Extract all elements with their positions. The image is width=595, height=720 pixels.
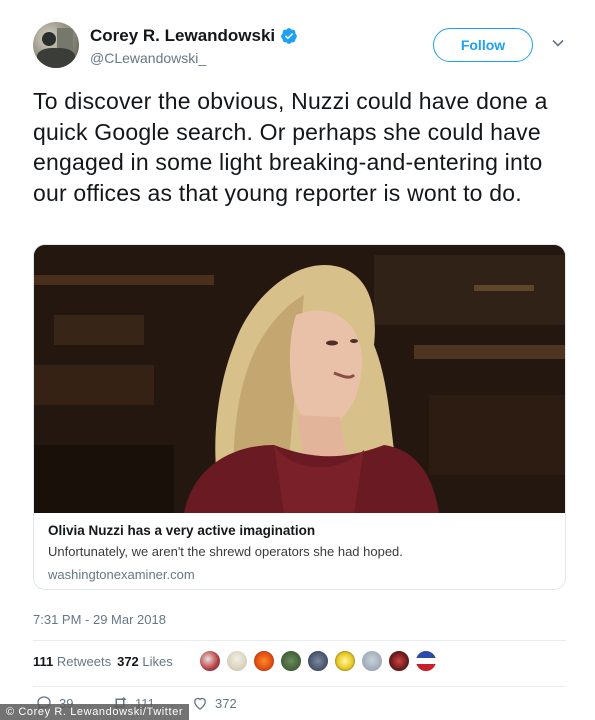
retweets-stat[interactable]: 111 Retweets: [33, 654, 111, 669]
author-name-row[interactable]: Corey R. Lewandowski: [90, 26, 298, 46]
likes-count: 372: [117, 654, 139, 669]
author-avatar[interactable]: [33, 22, 79, 68]
likes-stat[interactable]: 372 Likes: [117, 654, 173, 669]
liker-avatar[interactable]: [388, 650, 410, 672]
follow-button[interactable]: Follow: [433, 28, 533, 62]
card-title[interactable]: Olivia Nuzzi has a very active imaginati…: [48, 523, 315, 538]
card-image[interactable]: [34, 245, 565, 513]
liker-avatar[interactable]: [307, 650, 329, 672]
liker-avatar[interactable]: [280, 650, 302, 672]
author-display-name[interactable]: Corey R. Lewandowski: [90, 26, 275, 46]
chevron-down-icon[interactable]: [551, 36, 565, 50]
like-button[interactable]: 372: [191, 694, 237, 712]
verified-badge-icon: [281, 28, 298, 44]
liker-avatar[interactable]: [226, 650, 248, 672]
liker-avatar[interactable]: [199, 650, 221, 672]
like-count: 372: [215, 695, 237, 711]
heart-icon: [194, 697, 206, 710]
photo-credit-watermark: © Corey R. Lewandowski/Twitter: [0, 704, 190, 720]
liker-avatar[interactable]: [415, 650, 437, 672]
tweet-header: Corey R. Lewandowski @CLewandowski_ Foll…: [33, 22, 573, 72]
tweet-text: To discover the obvious, Nuzzi could hav…: [33, 88, 548, 206]
divider: [33, 686, 566, 687]
tweet-timestamp[interactable]: 7:31 PM - 29 Mar 2018: [33, 612, 166, 627]
liker-avatar[interactable]: [253, 650, 275, 672]
card-description: Unfortunately, we aren't the shrewd oper…: [48, 544, 403, 559]
engagement-stats: 111 Retweets 372 Likes: [33, 654, 173, 669]
retweets-label: Retweets: [56, 654, 112, 669]
author-handle[interactable]: @CLewandowski_: [90, 50, 206, 66]
divider: [33, 640, 566, 641]
likes-label: Likes: [142, 654, 173, 669]
link-card[interactable]: Olivia Nuzzi has a very active imaginati…: [33, 244, 566, 590]
liker-avatar[interactable]: [361, 650, 383, 672]
retweets-count: 111: [33, 654, 54, 669]
card-domain[interactable]: washingtonexaminer.com: [48, 567, 195, 582]
liker-avatar[interactable]: [334, 650, 356, 672]
liker-avatars: [199, 650, 442, 672]
